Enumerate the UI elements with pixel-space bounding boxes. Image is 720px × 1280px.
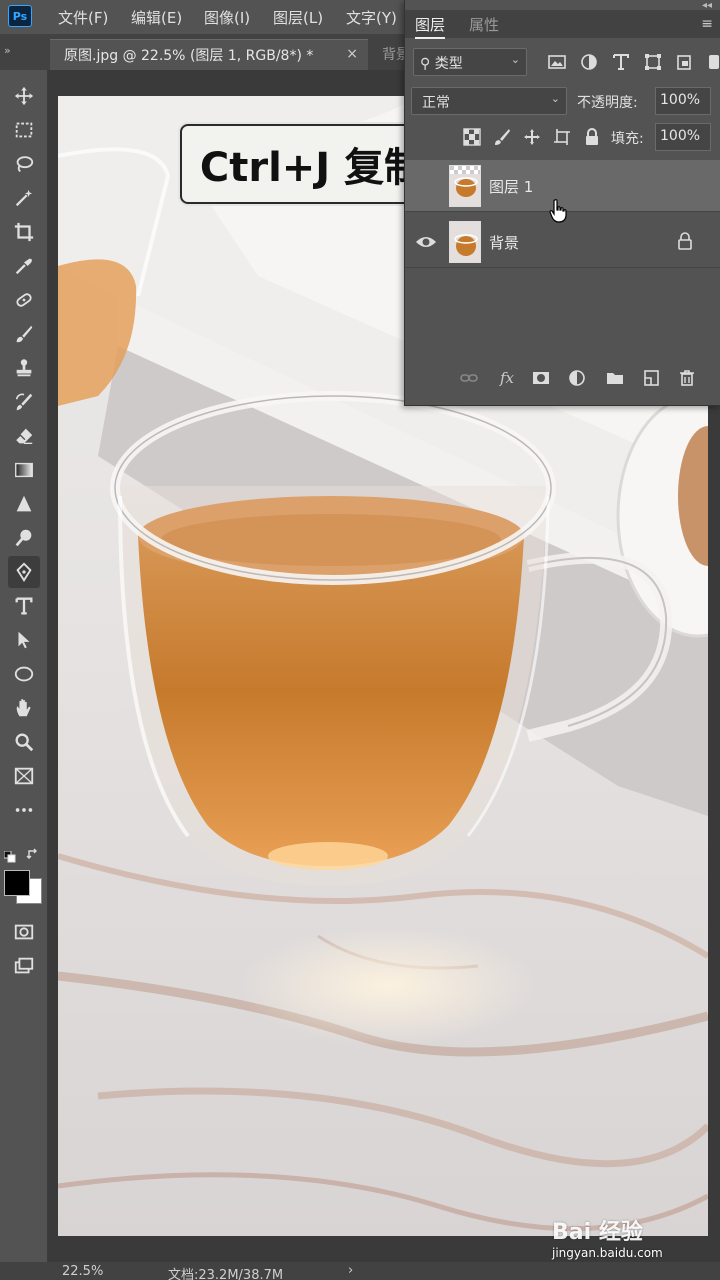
filter-kind-label: 类型 — [434, 56, 463, 72]
layer-name[interactable]: 背景 — [489, 232, 519, 253]
expand-panels-icon[interactable]: » — [4, 44, 11, 57]
adjustment-filter-icon[interactable] — [579, 52, 599, 72]
close-tab-icon[interactable]: × — [346, 46, 358, 62]
lock-artboard-icon[interactable] — [553, 128, 571, 146]
shape-filter-icon[interactable] — [643, 52, 663, 72]
menu-layer[interactable]: 图层(L) — [273, 7, 323, 28]
smart-object-filter-icon[interactable] — [675, 52, 695, 72]
filter-toggle-icon[interactable] — [705, 52, 720, 72]
eraser-icon[interactable] — [8, 420, 40, 452]
history-brush-icon[interactable] — [8, 386, 40, 418]
panel-tabs: 图层 属性 ≡ — [405, 10, 720, 39]
new-group-icon[interactable] — [605, 368, 625, 388]
foreground-color-swatch[interactable] — [4, 870, 30, 896]
lock-position-icon[interactable] — [523, 128, 541, 146]
blur-icon[interactable] — [8, 488, 40, 520]
filter-kind-select[interactable]: ⚲ 类型 ⌄ — [413, 48, 527, 76]
menu-edit[interactable]: 编辑(E) — [131, 7, 182, 28]
blend-mode-label: 正常 — [422, 95, 450, 111]
watermark-logo: Bai 经验 — [552, 1220, 643, 1245]
path-select-icon[interactable] — [8, 624, 40, 656]
delete-layer-icon[interactable] — [677, 368, 697, 388]
status-bar: 22.5% 文档:23.2M/38.7M › — [0, 1262, 720, 1280]
magic-wand-icon[interactable] — [8, 182, 40, 214]
brush-icon[interactable] — [8, 318, 40, 350]
chevron-down-icon: ⌄ — [510, 53, 520, 66]
menu-file[interactable]: 文件(F) — [58, 7, 108, 28]
baidu-watermark: Bai 经验 jingyan.baidu.com — [552, 1214, 702, 1264]
gradient-icon[interactable] — [8, 454, 40, 486]
layer-name[interactable]: 图层 1 — [489, 176, 533, 197]
blend-row: 正常 ⌄ 不透明度: 100% — [405, 84, 720, 118]
layers-panel-footer: fx — [405, 360, 720, 396]
lock-row: 填充: 100% — [405, 120, 720, 154]
tab-title: 原图.jpg @ 22.5% (图层 1, RGB/8*) * — [64, 48, 314, 64]
type-icon[interactable] — [8, 590, 40, 622]
frame-icon[interactable] — [8, 760, 40, 792]
hand-cursor-icon — [549, 199, 567, 223]
dodge-icon[interactable] — [8, 522, 40, 554]
eyedropper-icon[interactable] — [8, 250, 40, 282]
lock-transparent-icon[interactable] — [463, 128, 481, 146]
healing-brush-icon[interactable] — [8, 284, 40, 316]
menu-image[interactable]: 图像(I) — [204, 7, 250, 28]
filter-row: ⚲ 类型 ⌄ — [405, 42, 720, 82]
ellipse-icon[interactable] — [8, 658, 40, 690]
default-colors-icon[interactable] — [3, 848, 16, 863]
layer-thumbnail — [449, 165, 481, 207]
screen-mode-icon[interactable] — [8, 950, 40, 982]
layer-style-fx-icon[interactable]: fx — [497, 368, 517, 388]
layer-lock-icon — [678, 232, 692, 250]
more-tools-icon[interactable] — [8, 794, 40, 826]
marquee-icon[interactable] — [8, 114, 40, 146]
app-logo: Ps — [8, 5, 32, 27]
opacity-input[interactable]: 100% — [655, 87, 711, 115]
lasso-icon[interactable] — [8, 148, 40, 180]
move-icon[interactable] — [8, 80, 40, 112]
pixel-filter-icon[interactable] — [547, 52, 567, 72]
menu-type[interactable]: 文字(Y) — [346, 7, 397, 28]
panel-menu-icon[interactable]: ≡ — [701, 16, 713, 32]
crop-icon[interactable] — [8, 216, 40, 248]
chevron-down-icon: ⌄ — [550, 92, 560, 105]
opacity-label: 不透明度: — [577, 95, 638, 111]
document-size: 文档:23.2M/38.7M — [168, 1268, 284, 1280]
tab-document-active[interactable]: 原图.jpg @ 22.5% (图层 1, RGB/8*) * × — [50, 39, 368, 70]
fill-input[interactable]: 100% — [655, 123, 711, 151]
link-layers-icon[interactable] — [459, 368, 479, 388]
fill-label: 填充: — [611, 131, 644, 147]
zoom-level[interactable]: 22.5% — [62, 1264, 103, 1279]
tools-panel — [0, 70, 48, 1262]
type-filter-icon[interactable] — [611, 52, 631, 72]
zoom-icon[interactable] — [8, 726, 40, 758]
add-mask-icon[interactable] — [531, 368, 551, 388]
lock-all-icon[interactable] — [583, 128, 601, 146]
blend-mode-select[interactable]: 正常 ⌄ — [411, 87, 567, 115]
swap-colors-icon[interactable] — [26, 846, 40, 860]
pen-icon[interactable] — [8, 556, 40, 588]
layer-thumbnail — [449, 221, 481, 263]
visibility-eye-icon[interactable] — [415, 232, 437, 252]
watermark-url: jingyan.baidu.com — [552, 1246, 663, 1260]
quick-mask-icon[interactable] — [8, 916, 40, 948]
status-menu-arrow[interactable]: › — [348, 1263, 353, 1278]
clone-stamp-icon[interactable] — [8, 352, 40, 384]
search-icon: ⚲ — [420, 56, 431, 72]
tab-layers[interactable]: 图层 — [415, 14, 446, 39]
adjustment-layer-icon[interactable] — [567, 368, 587, 388]
tab-properties[interactable]: 属性 — [469, 14, 499, 35]
hand-icon[interactable] — [8, 692, 40, 724]
lock-pixels-icon[interactable] — [493, 128, 511, 146]
new-layer-icon[interactable] — [641, 368, 661, 388]
